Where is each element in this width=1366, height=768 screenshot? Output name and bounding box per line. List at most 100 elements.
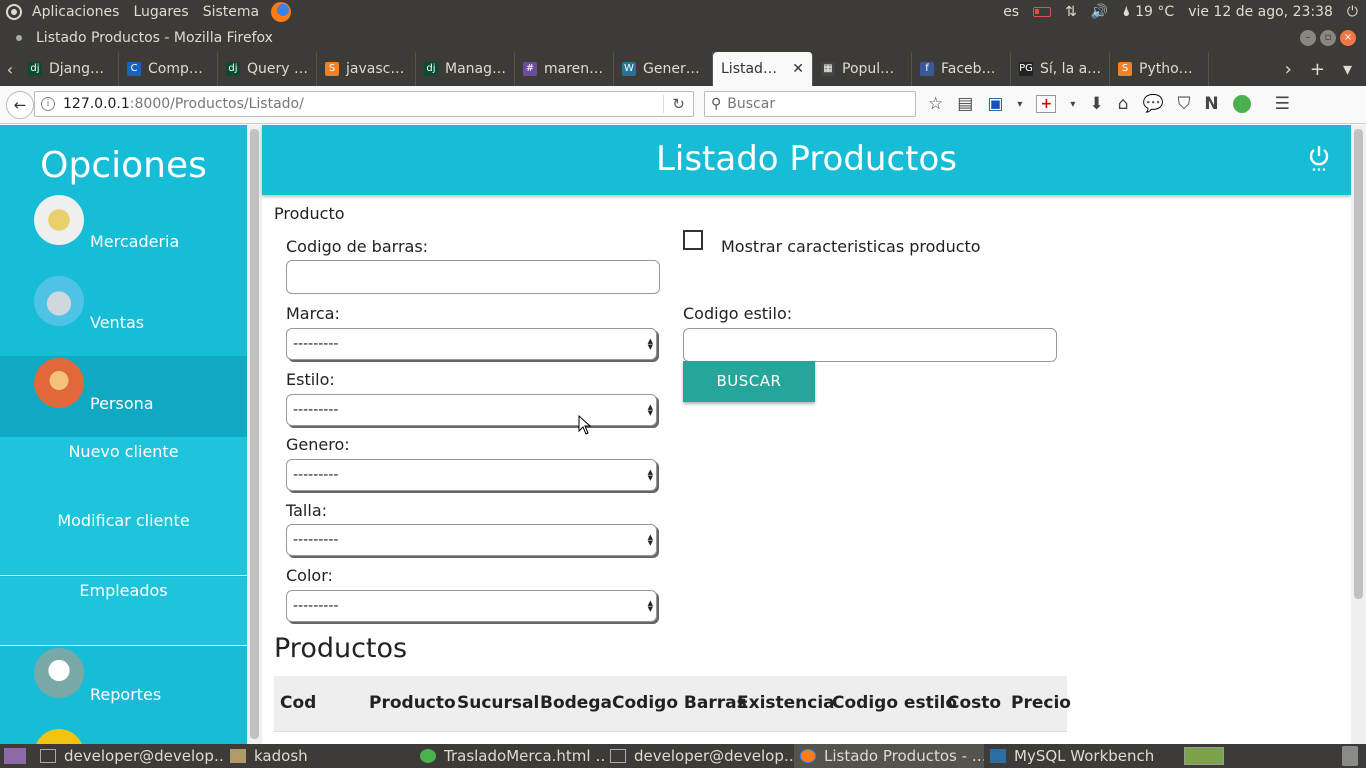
taskbar-item[interactable]: MySQL Workbench: [984, 744, 1174, 768]
sidebar-item-partial[interactable]: [0, 729, 247, 744]
column-header-precio[interactable]: Precio: [1011, 693, 1071, 713]
browser-tab[interactable]: Listad… ✕: [713, 52, 813, 86]
save-icon[interactable]: ▣: [987, 94, 1003, 114]
talla-select[interactable]: --------- ▲ ▼: [286, 524, 657, 556]
browser-tab[interactable]: dj Djang…: [20, 52, 119, 86]
show-features-checkbox[interactable]: [683, 230, 703, 250]
submenu-nuevo-cliente[interactable]: Nuevo cliente: [0, 437, 247, 461]
browser-tab[interactable]: f Faceb…: [912, 52, 1011, 86]
reading-list-icon[interactable]: ▤: [957, 94, 973, 114]
sidebar-item-reportes[interactable]: Reportes: [0, 648, 247, 729]
sidebar-item-empleados[interactable]: Empleados: [0, 577, 247, 646]
sidebar-item-persona[interactable]: Persona: [0, 356, 247, 437]
column-header-codigo-estilo[interactable]: Codigo estilo: [832, 693, 957, 713]
tab-favicon-icon: S: [325, 62, 339, 76]
search-icon: ⚲: [711, 96, 722, 112]
tab-label: Manag…: [445, 61, 506, 77]
style-code-label: Codigo estilo:: [683, 304, 793, 323]
keyboard-language[interactable]: es: [1003, 4, 1019, 20]
tab-favicon-icon: W: [622, 62, 636, 76]
barcode-label: Codigo de barras:: [286, 237, 429, 256]
sidebar-scrollbar[interactable]: [247, 125, 262, 744]
window-menu-icon[interactable]: [16, 35, 22, 41]
page-header: Listado Productos: [262, 125, 1351, 195]
browser-tab[interactable]: ▦ Popul…: [813, 52, 912, 86]
weather-indicator[interactable]: 🌢 19 °C: [1122, 4, 1174, 20]
column-header-producto[interactable]: Producto: [369, 693, 456, 713]
workspace-switcher[interactable]: [1184, 747, 1224, 765]
home-icon[interactable]: ⌂: [1118, 94, 1129, 114]
ubuntu-logo-icon[interactable]: [6, 4, 22, 20]
column-header-sucursal[interactable]: Sucursal: [457, 693, 539, 713]
hangouts-icon[interactable]: [1232, 95, 1251, 113]
url-bar[interactable]: i 127.0.0.1 :8000/Productos/Listado/ ↻: [34, 91, 694, 117]
battery-icon[interactable]: [1033, 7, 1052, 17]
estilo-select[interactable]: --------- ▲ ▼: [286, 394, 657, 426]
minimize-icon[interactable]: –: [1300, 30, 1316, 46]
sidebar-item-ventas[interactable]: Ventas: [0, 276, 247, 357]
new-tab-icon[interactable]: +: [1310, 59, 1325, 80]
genero-select-value: ---------: [293, 467, 339, 483]
tabs-scroll-left-icon[interactable]: ‹: [0, 60, 20, 79]
browser-tab[interactable]: dj Manag…: [416, 52, 515, 86]
menu-sistema[interactable]: Sistema: [203, 4, 259, 20]
trash-icon[interactable]: [1342, 746, 1358, 766]
notes-icon[interactable]: N: [1204, 94, 1218, 114]
tab-favicon-icon: dj: [226, 62, 240, 76]
select-arrows-icon: ▲ ▼: [647, 337, 653, 351]
page-scrollbar[interactable]: [1351, 125, 1366, 744]
site-info-icon[interactable]: i: [41, 97, 55, 111]
show-desktop-icon[interactable]: [4, 748, 26, 764]
tabs-scroll-right-icon[interactable]: ›: [1285, 59, 1292, 80]
addon-plus-icon[interactable]: +: [1036, 95, 1057, 113]
column-header-cod[interactable]: Cod: [280, 693, 316, 713]
style-code-input[interactable]: [683, 328, 1057, 362]
sidebar-item-mercaderia[interactable]: Mercaderia: [0, 195, 247, 276]
firefox-icon[interactable]: [271, 2, 292, 22]
chat-icon[interactable]: 💬: [1142, 94, 1163, 114]
maximize-icon[interactable]: ▫: [1320, 30, 1336, 46]
browser-tab[interactable]: PG Sí, la a…: [1011, 52, 1110, 86]
close-icon[interactable]: ×: [1340, 30, 1356, 46]
taskbar-item[interactable]: kadosh: [224, 744, 414, 768]
bookmark-star-icon[interactable]: ☆: [928, 94, 943, 114]
browser-tab[interactable]: C Comp…: [119, 52, 218, 86]
browser-tab[interactable]: # maren…: [515, 52, 614, 86]
column-header-existencia[interactable]: Existencia: [737, 693, 835, 713]
tab-close-icon[interactable]: ✕: [792, 61, 804, 77]
browser-tab[interactable]: W Gener…: [614, 52, 713, 86]
hamburger-menu-icon[interactable]: ☰: [1275, 94, 1290, 114]
tab-list-icon[interactable]: ▾: [1343, 59, 1352, 80]
submenu-modificar-cliente[interactable]: Modificar cliente: [0, 461, 247, 530]
network-icon[interactable]: ⇅: [1065, 4, 1077, 20]
tab-label: maren…: [544, 61, 604, 77]
browser-tab[interactable]: Sjavasc…: [317, 52, 416, 86]
buscar-button[interactable]: BUSCAR: [683, 361, 815, 402]
logout-power-icon[interactable]: [1307, 145, 1331, 171]
genero-select[interactable]: --------- ▲ ▼: [286, 459, 657, 491]
downloads-icon[interactable]: ⬇: [1089, 94, 1103, 114]
reload-icon[interactable]: ↻: [663, 95, 693, 113]
barcode-input[interactable]: [286, 260, 660, 294]
back-button[interactable]: ←: [6, 90, 34, 119]
color-select[interactable]: --------- ▲ ▼: [286, 590, 657, 622]
taskbar-item[interactable]: developer@develop…: [34, 744, 224, 768]
pocket-icon[interactable]: ⛉: [1178, 94, 1191, 114]
taskbar-item[interactable]: TrasladoMerca.html …: [414, 744, 604, 768]
addon-dropdown-icon[interactable]: ▾: [1070, 99, 1075, 110]
menu-aplicaciones[interactable]: Aplicaciones: [32, 4, 119, 20]
menu-lugares[interactable]: Lugares: [133, 4, 188, 20]
clock[interactable]: vie 12 de ago, 23:38: [1188, 4, 1333, 20]
column-header-costo[interactable]: Costo: [947, 693, 1001, 713]
taskbar-item[interactable]: Listado Productos - …: [794, 744, 984, 768]
taskbar-item[interactable]: developer@develop…: [604, 744, 794, 768]
browser-tab[interactable]: dj Query …: [218, 52, 317, 86]
marca-select[interactable]: --------- ▲ ▼: [286, 328, 657, 360]
save-dropdown-icon[interactable]: ▾: [1017, 99, 1022, 110]
column-header-codigo-barras[interactable]: Codigo Barras: [612, 693, 747, 713]
power-icon[interactable]: ⏻: [1347, 4, 1358, 20]
column-header-bodega[interactable]: Bodega: [540, 693, 612, 713]
search-bar[interactable]: ⚲ Buscar: [704, 91, 916, 117]
volume-icon[interactable]: 🔊: [1091, 4, 1108, 20]
browser-tab[interactable]: S Pytho…: [1110, 52, 1209, 86]
